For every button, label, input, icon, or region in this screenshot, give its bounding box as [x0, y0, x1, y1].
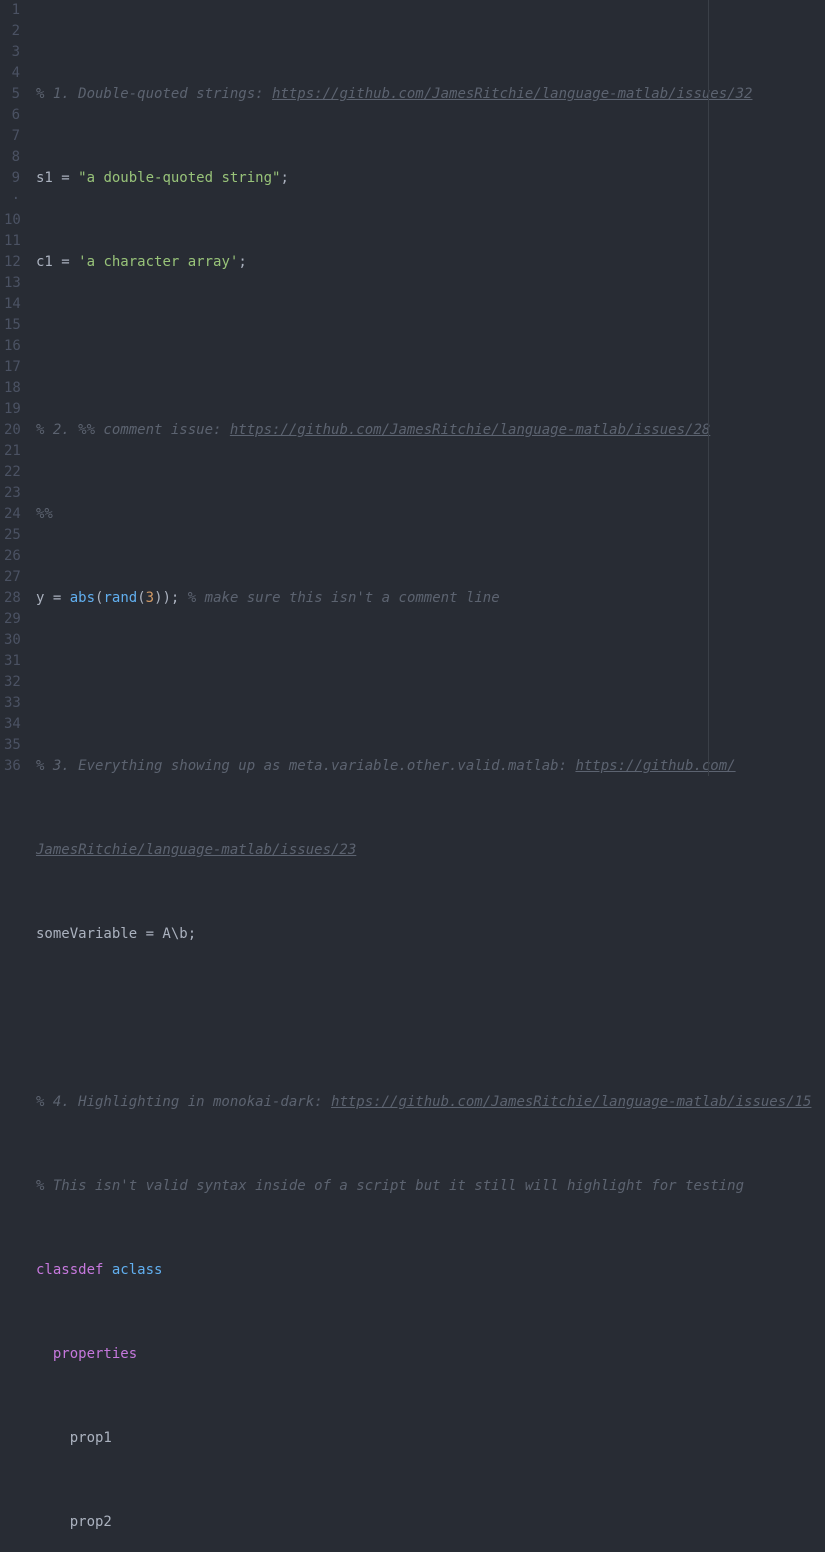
line-number: 23 [4, 483, 20, 504]
comment-url[interactable]: https://github.com/ [575, 758, 735, 774]
code-line[interactable] [36, 336, 825, 357]
code-line[interactable]: % 1. Double-quoted strings: https://gith… [36, 84, 825, 105]
semicolon: ; [280, 170, 288, 186]
comment: % 2. %% comment issue: [36, 422, 230, 438]
code-line[interactable]: JamesRitchie/language-matlab/issues/23 [36, 840, 825, 861]
comment: % 3. Everything showing up as meta.varia… [36, 758, 575, 774]
function-name: abs [70, 590, 95, 606]
semicolon: ; [238, 254, 246, 270]
string: 'a character array' [78, 254, 238, 270]
line-number: 32 [4, 672, 20, 693]
line-number: 28 [4, 588, 20, 609]
comment: % make sure this isn't a comment line [188, 590, 500, 606]
line-number: 30 [4, 630, 20, 651]
operator: = [53, 170, 78, 186]
indent [36, 1346, 53, 1362]
line-number: 26 [4, 546, 20, 567]
space [103, 1262, 111, 1278]
comment: % This isn't valid syntax inside of a sc… [36, 1178, 744, 1194]
line-number: 17 [4, 357, 20, 378]
line-number: 31 [4, 651, 20, 672]
code-line[interactable]: prop2 [36, 1512, 825, 1533]
line-number: 18 [4, 378, 20, 399]
line-number: 33 [4, 693, 20, 714]
line-number: 15 [4, 315, 20, 336]
number: 3 [146, 590, 154, 606]
line-number: 20 [4, 420, 20, 441]
wrap-guide [708, 0, 709, 776]
line-number: 7 [4, 126, 20, 147]
code-line[interactable]: % 3. Everything showing up as meta.varia… [36, 756, 825, 777]
space [179, 590, 187, 606]
code-line[interactable] [36, 672, 825, 693]
code-line[interactable]: % 4. Highlighting in monokai-dark: https… [36, 1092, 825, 1113]
code-line[interactable]: y = abs(rand(3)); % make sure this isn't… [36, 588, 825, 609]
line-number: 6 [4, 105, 20, 126]
keyword: properties [53, 1346, 137, 1362]
code-line[interactable]: someVariable = A\b; [36, 924, 825, 945]
line-number: 12 [4, 252, 20, 273]
class-name: aclass [112, 1262, 163, 1278]
code-line[interactable] [36, 1008, 825, 1029]
variable: c1 [36, 254, 53, 270]
code-line[interactable]: s1 = "a double-quoted string"; [36, 168, 825, 189]
function-name: rand [103, 590, 137, 606]
line-number: 13 [4, 273, 20, 294]
comment: % 4. Highlighting in monokai-dark: [36, 1094, 331, 1110]
line-number: 19 [4, 399, 20, 420]
property: prop1 [70, 1430, 112, 1446]
operator: = [53, 254, 78, 270]
code-line[interactable]: classdef aclass [36, 1260, 825, 1281]
indent [36, 1514, 70, 1530]
keyword: classdef [36, 1262, 103, 1278]
line-number: 24 [4, 504, 20, 525]
fold-marker-icon[interactable]: · [4, 189, 20, 210]
code-line[interactable]: properties [36, 1344, 825, 1365]
line-number: 35 [4, 735, 20, 756]
line-number: 5 [4, 84, 20, 105]
statement: someVariable = A\b; [36, 926, 196, 942]
comment-url[interactable]: https://github.com/JamesRitchie/language… [331, 1094, 811, 1110]
code-line[interactable]: prop1 [36, 1428, 825, 1449]
comment: %% [36, 506, 53, 522]
paren: ( [137, 590, 145, 606]
paren: )); [154, 590, 179, 606]
comment-url[interactable]: https://github.com/JamesRitchie/language… [230, 422, 710, 438]
property: prop2 [70, 1514, 112, 1530]
line-number: 3 [4, 42, 20, 63]
line-number: 16 [4, 336, 20, 357]
indent [36, 1430, 70, 1446]
string: "a double-quoted string" [78, 170, 280, 186]
line-number: 1 [4, 0, 20, 21]
line-number: 11 [4, 231, 20, 252]
comment: % 1. Double-quoted strings: [36, 86, 272, 102]
line-number-gutter: 1 2 3 4 5 6 7 8 9 · 10 11 12 13 14 15 16… [0, 0, 28, 776]
line-number: 22 [4, 462, 20, 483]
code-line[interactable]: % This isn't valid syntax inside of a sc… [36, 1176, 825, 1197]
code-area[interactable]: % 1. Double-quoted strings: https://gith… [28, 0, 825, 776]
line-number: 9 [4, 168, 20, 189]
code-editor[interactable]: 1 2 3 4 5 6 7 8 9 · 10 11 12 13 14 15 16… [0, 0, 825, 776]
line-number: 27 [4, 567, 20, 588]
line-number: 36 [4, 756, 20, 777]
code-line[interactable]: % 2. %% comment issue: https://github.co… [36, 420, 825, 441]
line-number: 29 [4, 609, 20, 630]
code-line[interactable]: %% [36, 504, 825, 525]
comment-url[interactable]: JamesRitchie/language-matlab/issues/23 [36, 842, 356, 858]
line-number: 34 [4, 714, 20, 735]
comment-url[interactable]: https://github.com/JamesRitchie/language… [272, 86, 752, 102]
line-number: 4 [4, 63, 20, 84]
line-number: 10 [4, 210, 20, 231]
line-number: 2 [4, 21, 20, 42]
operator: = [44, 590, 69, 606]
line-number: 8 [4, 147, 20, 168]
line-number: 25 [4, 525, 20, 546]
line-number: 21 [4, 441, 20, 462]
code-line[interactable]: c1 = 'a character array'; [36, 252, 825, 273]
variable: s1 [36, 170, 53, 186]
line-number: 14 [4, 294, 20, 315]
